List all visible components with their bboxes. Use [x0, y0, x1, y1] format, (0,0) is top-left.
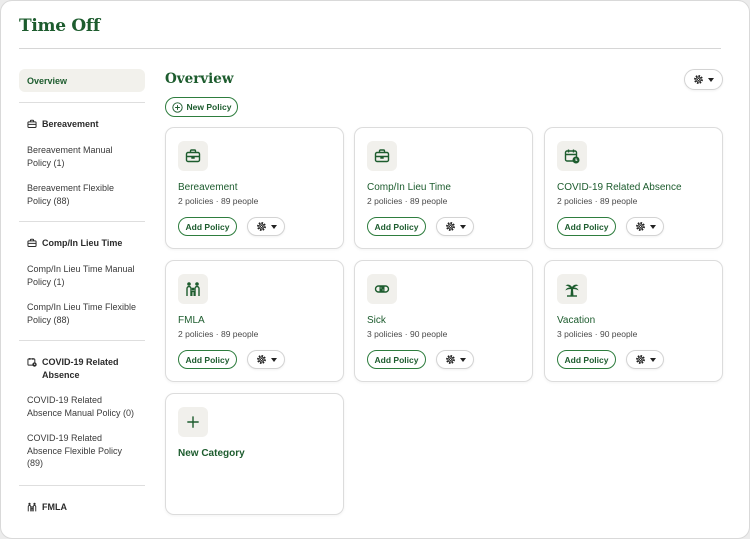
new-category-label: New Category — [178, 448, 245, 459]
category-settings-button[interactable] — [626, 217, 664, 236]
category-meta: 2 policies · 89 people — [178, 196, 259, 206]
category-settings-button[interactable] — [436, 350, 474, 369]
sidebar-group-heading[interactable]: Bereavement — [27, 118, 137, 131]
briefcase-icon — [27, 238, 37, 247]
category-card[interactable]: Vacation 3 policies · 90 people Add Policy — [544, 260, 723, 382]
category-name[interactable]: Comp/In Lieu Time — [367, 182, 451, 193]
sidebar-group-bereavement: Bereavement Bereavement Manual Policy (1… — [19, 103, 145, 207]
briefcase-icon — [185, 148, 201, 164]
category-card[interactable]: FMLA 2 policies · 89 people Add Policy — [165, 260, 344, 382]
add-policy-button[interactable]: Add Policy — [367, 350, 426, 369]
family-icon — [185, 281, 201, 297]
briefcase-icon — [27, 119, 37, 128]
category-name[interactable]: Sick — [367, 315, 386, 326]
calendar-clock-icon — [27, 357, 37, 367]
gear-icon — [694, 75, 703, 84]
category-name[interactable]: Vacation — [557, 315, 595, 326]
chevron-down-icon — [708, 77, 714, 82]
gear-icon — [635, 222, 645, 231]
settings-menu-button[interactable] — [684, 69, 723, 90]
plus-icon — [187, 416, 199, 428]
gear-icon — [635, 355, 645, 364]
chevron-down-icon — [649, 224, 656, 229]
chevron-down-icon — [649, 357, 656, 362]
family-icon — [27, 502, 37, 511]
sidebar-group-heading[interactable]: Comp/In Lieu Time — [27, 237, 137, 250]
gear-icon — [445, 355, 455, 364]
sidebar-item-policy[interactable]: Bereavement Manual Policy (1) — [27, 144, 137, 169]
plus-icon-box — [178, 407, 208, 437]
sidebar-group-fmla: FMLA — [19, 486, 145, 514]
palm-tree-icon — [564, 281, 580, 297]
sidebar-group-comp-in-lieu: Comp/In Lieu Time Comp/In Lieu Time Manu… — [19, 222, 145, 326]
new-policy-label: New Policy — [186, 102, 232, 112]
chevron-down-icon — [270, 357, 277, 362]
sidebar-item-overview[interactable]: Overview — [19, 69, 145, 92]
category-meta: 2 policies · 89 people — [178, 329, 259, 339]
category-meta: 2 policies · 89 people — [557, 196, 638, 206]
sidebar-group-label: COVID-19 Related Absence — [42, 357, 119, 380]
category-settings-button[interactable] — [436, 217, 474, 236]
category-icon-box — [367, 274, 397, 304]
category-card[interactable]: Sick 3 policies · 90 people Add Policy — [354, 260, 533, 382]
category-name[interactable]: Bereavement — [178, 182, 237, 193]
page-title: Time Off — [19, 16, 100, 36]
new-category-card[interactable]: New Category — [165, 393, 344, 515]
sidebar-item-policy[interactable]: Bereavement Flexible Policy (88) — [27, 182, 137, 207]
category-card[interactable]: COVID-19 Related Absence 2 policies · 89 … — [544, 127, 723, 249]
sidebar-item-policy[interactable]: Comp/In Lieu Time Manual Policy (1) — [27, 263, 137, 288]
category-icon-box — [557, 274, 587, 304]
plus-circle-icon — [171, 101, 183, 113]
add-policy-button[interactable]: Add Policy — [367, 217, 426, 236]
add-policy-button[interactable]: Add Policy — [557, 350, 616, 369]
gear-icon — [445, 222, 455, 231]
sidebar-group-label: FMLA — [42, 501, 67, 512]
sidebar-item-policy[interactable]: Comp/In Lieu Time Flexible Policy (88) — [27, 301, 137, 326]
category-card[interactable]: Comp/In Lieu Time 2 policies · 89 people A… — [354, 127, 533, 249]
category-meta: 3 policies · 90 people — [367, 329, 448, 339]
briefcase-icon — [374, 148, 390, 164]
sidebar-group-label: Bereavement — [42, 119, 99, 129]
new-policy-button[interactable]: New Policy — [165, 97, 238, 117]
category-icon-box — [178, 274, 208, 304]
bandage-icon — [374, 281, 390, 297]
sidebar-group-label: Comp/In Lieu Time — [42, 238, 123, 248]
sidebar-group-heading[interactable]: COVID-19 Related Absence — [27, 356, 137, 382]
category-icon-box — [557, 141, 587, 171]
category-icon-box — [178, 141, 208, 171]
chevron-down-icon — [270, 224, 277, 229]
sidebar-group-covid: COVID-19 Related Absence COVID-19 Relate… — [19, 341, 145, 470]
sidebar: Overview Bereavement Bereavement Manual … — [19, 69, 145, 538]
chevron-down-icon — [459, 224, 466, 229]
add-policy-button[interactable]: Add Policy — [557, 217, 616, 236]
category-meta: 3 policies · 90 people — [557, 329, 638, 339]
category-meta: 2 policies · 89 people — [367, 196, 448, 206]
sidebar-item-policy[interactable]: COVID-19 Related Absence Manual Policy (… — [27, 394, 137, 419]
category-icon-box — [367, 141, 397, 171]
add-policy-button[interactable]: Add Policy — [178, 350, 237, 369]
time-off-window: Time Off Overview Bereavement Bereavemen… — [0, 0, 750, 539]
gear-icon — [256, 355, 266, 364]
category-settings-button[interactable] — [247, 350, 285, 369]
category-card[interactable]: Bereavement 2 policies · 89 people Add Pol… — [165, 127, 344, 249]
header-divider — [19, 48, 721, 49]
sidebar-group-heading[interactable]: FMLA — [27, 501, 137, 514]
chevron-down-icon — [459, 357, 466, 362]
calendar-clock-icon — [564, 148, 580, 164]
category-settings-button[interactable] — [626, 350, 664, 369]
add-policy-button[interactable]: Add Policy — [178, 217, 237, 236]
main-title: Overview — [165, 71, 234, 87]
category-settings-button[interactable] — [247, 217, 285, 236]
gear-icon — [256, 222, 266, 231]
sidebar-item-policy[interactable]: COVID-19 Related Absence Flexible Policy… — [27, 432, 137, 470]
category-name[interactable]: COVID-19 Related Absence — [557, 182, 682, 193]
category-name[interactable]: FMLA — [178, 315, 205, 326]
